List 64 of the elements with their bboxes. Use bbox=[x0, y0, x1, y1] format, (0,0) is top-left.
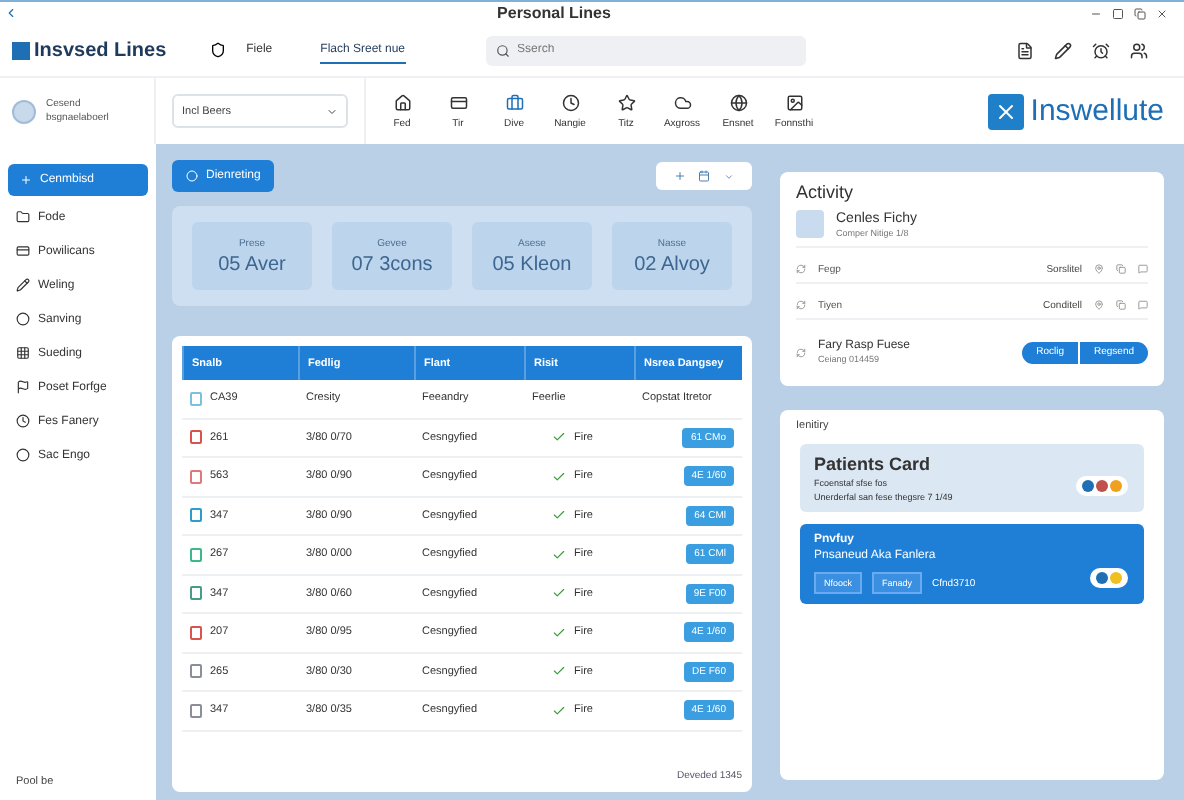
stat-value: 07 3cons bbox=[351, 253, 433, 275]
window-title: Personal Lines bbox=[497, 4, 611, 22]
circle-icon bbox=[186, 170, 198, 182]
plus-icon bbox=[20, 174, 32, 186]
check-icon bbox=[552, 703, 566, 718]
tool-icon bbox=[393, 93, 411, 111]
alarm-icon[interactable] bbox=[1092, 41, 1110, 59]
tool-icon bbox=[617, 93, 635, 111]
stat-value: 05 Kleon bbox=[492, 253, 572, 275]
sidebar-icon bbox=[16, 278, 30, 292]
close-icon[interactable] bbox=[1155, 7, 1168, 19]
tool-icon bbox=[449, 93, 467, 111]
refresh-icon bbox=[796, 264, 806, 274]
sidebar-icon bbox=[16, 210, 30, 224]
sidebar-icon bbox=[16, 448, 30, 462]
comment-icon[interactable] bbox=[1138, 264, 1148, 274]
file-icon bbox=[190, 391, 202, 406]
stat-value: 02 Alvoy bbox=[634, 253, 710, 275]
chevron-icon bbox=[326, 105, 338, 117]
check-icon bbox=[552, 508, 566, 523]
refresh-icon bbox=[796, 347, 806, 357]
tool-icon bbox=[505, 93, 523, 111]
people-icon[interactable] bbox=[1130, 41, 1148, 59]
calendar-icon bbox=[698, 170, 711, 182]
maximize-icon[interactable] bbox=[1111, 7, 1124, 19]
sidebar-icon bbox=[16, 346, 30, 360]
sidebar-icon bbox=[16, 244, 30, 258]
plus-icon bbox=[674, 170, 687, 182]
tool-icon bbox=[729, 93, 747, 111]
document-icon[interactable] bbox=[1016, 41, 1034, 59]
copy-icon[interactable] bbox=[1116, 264, 1126, 274]
copy-icon[interactable] bbox=[1116, 300, 1126, 310]
stat-value: 05 Aver bbox=[218, 253, 286, 275]
check-icon bbox=[552, 469, 566, 484]
check-icon bbox=[552, 430, 566, 445]
card-title: Activity bbox=[796, 182, 856, 202]
card-heading: Patients Card bbox=[814, 454, 933, 474]
refresh-icon bbox=[796, 300, 806, 310]
back-icon[interactable] bbox=[4, 6, 18, 20]
sidebar-icon bbox=[16, 414, 30, 428]
restore-icon[interactable] bbox=[1133, 7, 1146, 19]
brand-logo-icon bbox=[988, 93, 1025, 129]
pin-icon[interactable] bbox=[1094, 264, 1104, 274]
pen-icon[interactable] bbox=[1054, 41, 1072, 59]
sidebar-icon bbox=[16, 380, 30, 394]
check-icon bbox=[552, 547, 566, 562]
comment-icon[interactable] bbox=[1138, 300, 1148, 310]
tool-icon bbox=[673, 93, 691, 111]
shield-icon[interactable] bbox=[210, 42, 227, 58]
avatar bbox=[12, 99, 36, 123]
minimize-icon[interactable] bbox=[1089, 7, 1102, 19]
app-name: Insvsed Lines bbox=[34, 39, 167, 61]
lead-icon bbox=[796, 210, 824, 238]
brand-name: Inswellute bbox=[1030, 94, 1164, 128]
chevron-icon bbox=[723, 171, 734, 181]
tool-icon bbox=[561, 93, 579, 111]
check-icon bbox=[552, 625, 566, 640]
pin-icon[interactable] bbox=[1094, 300, 1104, 310]
tool-icon bbox=[785, 93, 803, 111]
check-icon bbox=[552, 586, 566, 601]
check-icon bbox=[552, 664, 566, 679]
logo-icon bbox=[12, 41, 30, 59]
sidebar-icon bbox=[16, 312, 30, 326]
search-icon bbox=[495, 43, 510, 57]
